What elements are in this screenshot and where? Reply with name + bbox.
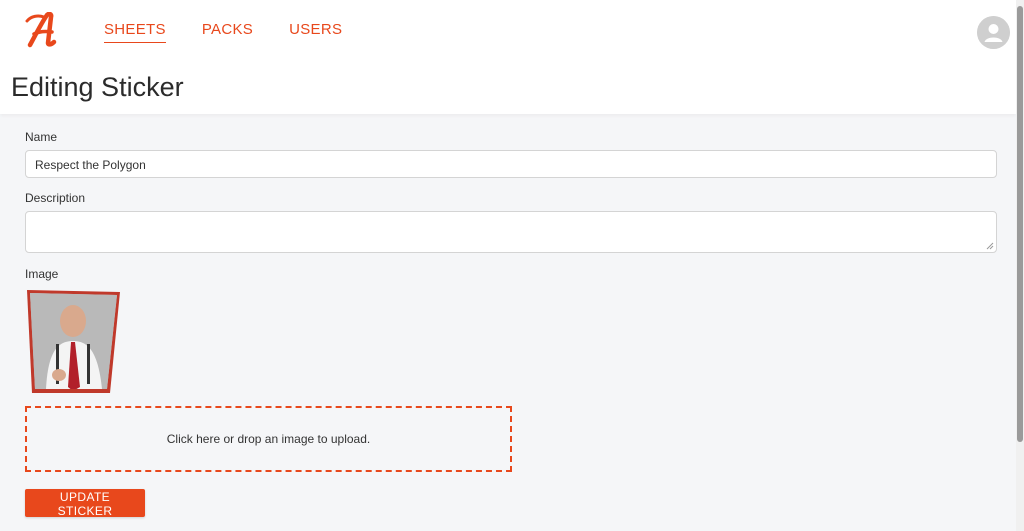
name-label: Name: [25, 130, 58, 144]
name-field-value: Respect the Polygon: [35, 158, 146, 172]
name-field[interactable]: Respect the Polygon: [25, 150, 997, 178]
top-nav-bar: SHEETS PACKS USERS: [0, 0, 1016, 62]
page-header: Editing Sticker: [0, 62, 1016, 114]
description-label: Description: [25, 191, 86, 205]
description-field[interactable]: [25, 211, 997, 253]
image-label: Image: [25, 267, 59, 281]
logo-icon: [25, 12, 57, 48]
scrollbar-thumb[interactable]: [1017, 6, 1023, 442]
app-logo[interactable]: [24, 12, 60, 48]
main-nav: SHEETS PACKS USERS: [104, 21, 342, 43]
dropzone-text: Click here or drop an image to upload.: [166, 432, 371, 446]
user-avatar[interactable]: [977, 16, 1010, 49]
nav-users[interactable]: USERS: [289, 21, 342, 43]
image-dropzone[interactable]: Click here or drop an image to upload.: [25, 406, 512, 472]
update-sticker-button[interactable]: UPDATE STICKER: [25, 489, 145, 518]
nav-packs[interactable]: PACKS: [202, 21, 253, 43]
nav-sheets[interactable]: SHEETS: [104, 21, 166, 43]
sticker-image: [27, 290, 120, 393]
resize-grip-icon[interactable]: [986, 242, 994, 250]
page-title: Editing Sticker: [11, 72, 184, 102]
user-avatar-icon: [977, 16, 1010, 49]
page-scrollbar[interactable]: [1016, 0, 1024, 531]
